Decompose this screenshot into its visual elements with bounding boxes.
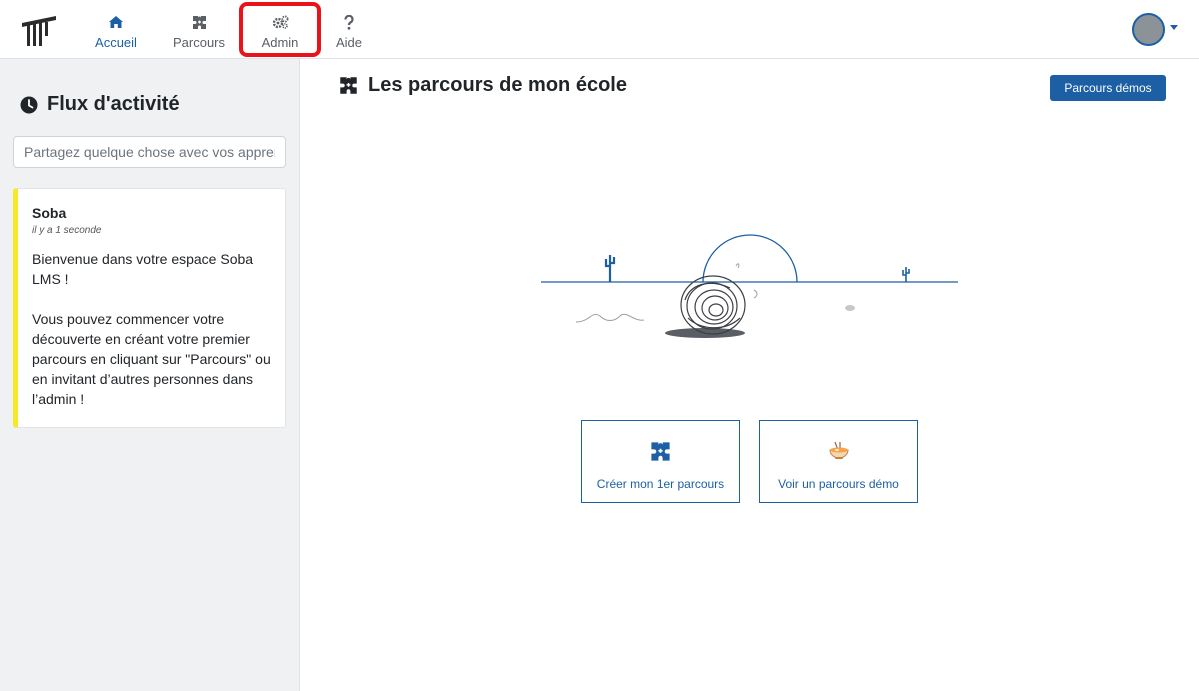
- nav-label: Parcours: [172, 35, 226, 50]
- activity-post: Soba il y a 1 seconde Bienvenue dans vot…: [13, 188, 286, 428]
- ramen-bowl-icon: [828, 440, 850, 462]
- activity-feed-title: Flux d'activité: [20, 93, 180, 116]
- post-author: Soba: [32, 205, 67, 221]
- view-demo-course-card[interactable]: Voir un parcours démo: [759, 420, 918, 503]
- demo-courses-button[interactable]: Parcours démos: [1050, 75, 1166, 101]
- nav-aide[interactable]: Aide: [328, 0, 370, 58]
- puzzle-icon: [650, 440, 671, 462]
- page-title: Les parcours de mon école: [339, 74, 627, 97]
- nav-label: Aide: [335, 35, 363, 50]
- page-title-text: Les parcours de mon école: [368, 74, 627, 96]
- empty-state-illustration: [541, 234, 958, 338]
- clock-icon: [20, 96, 38, 113]
- nav-accueil[interactable]: Accueil: [88, 0, 144, 58]
- post-paragraph: Vous pouvez commencer votre découverte e…: [32, 311, 271, 407]
- post-timestamp: il y a 1 seconde: [32, 225, 102, 236]
- top-navbar: Accueil Parcours Admin Aide: [0, 0, 1199, 59]
- nav-label: Accueil: [95, 35, 137, 50]
- home-icon: [108, 12, 124, 32]
- nav-label: Admin: [261, 35, 299, 50]
- nav-parcours[interactable]: Parcours: [168, 0, 230, 58]
- soba-logo[interactable]: [20, 14, 58, 48]
- post-message: Bienvenue dans votre espace Soba LMS ! V…: [32, 249, 271, 409]
- share-input[interactable]: [13, 136, 286, 168]
- create-first-course-label: Créer mon 1er parcours: [596, 477, 725, 491]
- nav-admin[interactable]: Admin: [252, 0, 308, 58]
- activity-feed-title-text: Flux d'activité: [47, 93, 180, 115]
- user-avatar[interactable]: [1132, 13, 1165, 46]
- create-first-course-card[interactable]: Créer mon 1er parcours: [581, 420, 740, 503]
- puzzle-icon: [192, 12, 207, 32]
- view-demo-course-label: Voir un parcours démo: [778, 477, 899, 491]
- activity-sidebar: Flux d'activité Soba il y a 1 seconde Bi…: [0, 59, 300, 691]
- question-icon: [344, 12, 354, 32]
- puzzle-icon: [340, 77, 357, 94]
- post-paragraph: Bienvenue dans votre espace Soba LMS !: [32, 251, 254, 287]
- caret-down-icon[interactable]: [1170, 25, 1178, 30]
- gears-icon: [272, 12, 289, 32]
